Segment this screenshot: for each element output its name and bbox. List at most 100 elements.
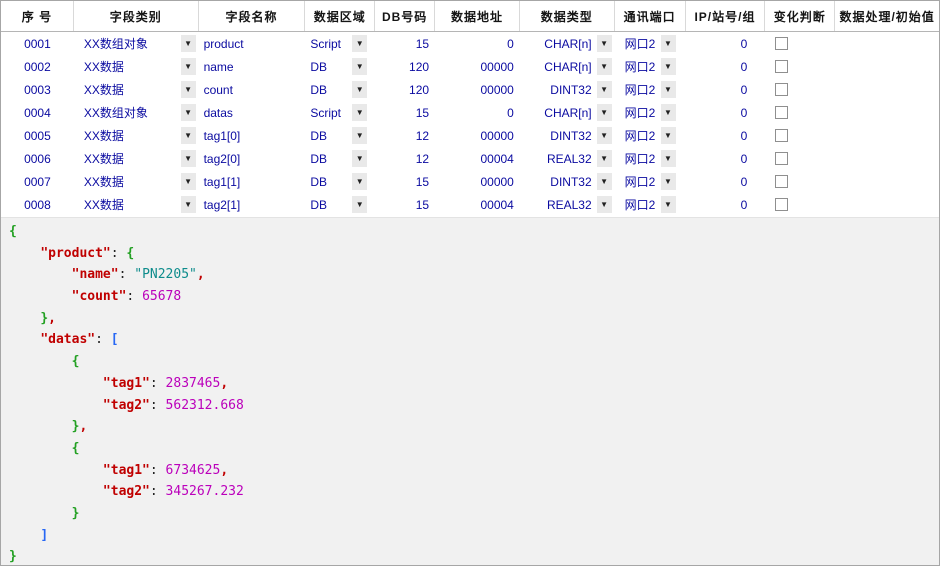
comm-port-dropdown[interactable]: ▼ bbox=[661, 104, 676, 121]
cell-data-type[interactable]: REAL32▼ bbox=[520, 147, 615, 170]
cell-ip-station-group[interactable]: 0 bbox=[686, 101, 766, 124]
category-dropdown[interactable]: ▼ bbox=[181, 173, 196, 190]
cell-db-number[interactable]: 120 bbox=[375, 55, 435, 78]
cell-db-number[interactable]: 15 bbox=[375, 170, 435, 193]
data-type-dropdown[interactable]: ▼ bbox=[597, 81, 612, 98]
cell-category[interactable]: XX数组对象▼ bbox=[74, 32, 199, 55]
change-detect-checkbox[interactable] bbox=[775, 152, 788, 165]
cell-data-process-initial[interactable] bbox=[835, 147, 939, 170]
comm-port-dropdown[interactable]: ▼ bbox=[661, 196, 676, 213]
cell-data-area[interactable]: DB▼ bbox=[305, 124, 375, 147]
change-detect-checkbox[interactable] bbox=[775, 175, 788, 188]
cell-data-process-initial[interactable] bbox=[835, 193, 939, 216]
cell-data-type[interactable]: DINT32▼ bbox=[520, 78, 615, 101]
cell-data-type[interactable]: DINT32▼ bbox=[520, 124, 615, 147]
cell-data-address[interactable]: 00000 bbox=[435, 124, 520, 147]
cell-data-type[interactable]: CHAR[n]▼ bbox=[520, 101, 615, 124]
cell-field-name[interactable]: datas bbox=[199, 101, 306, 124]
cell-ip-station-group[interactable]: 0 bbox=[686, 170, 766, 193]
cell-comm-port[interactable]: 网口2▼ bbox=[615, 78, 686, 101]
cell-category[interactable]: XX数据▼ bbox=[74, 78, 199, 101]
cell-comm-port[interactable]: 网口2▼ bbox=[615, 55, 686, 78]
cell-data-address[interactable]: 00000 bbox=[435, 78, 520, 101]
cell-category[interactable]: XX数据▼ bbox=[74, 193, 199, 216]
cell-data-area[interactable]: DB▼ bbox=[305, 78, 375, 101]
cell-comm-port[interactable]: 网口2▼ bbox=[615, 170, 686, 193]
data-area-dropdown[interactable]: ▼ bbox=[352, 81, 367, 98]
cell-comm-port[interactable]: 网口2▼ bbox=[615, 124, 686, 147]
cell-comm-port[interactable]: 网口2▼ bbox=[615, 147, 686, 170]
data-area-dropdown[interactable]: ▼ bbox=[352, 196, 367, 213]
data-area-dropdown[interactable]: ▼ bbox=[352, 104, 367, 121]
cell-data-address[interactable]: 00000 bbox=[435, 170, 520, 193]
comm-port-dropdown[interactable]: ▼ bbox=[661, 127, 676, 144]
cell-data-area[interactable]: Script▼ bbox=[305, 32, 375, 55]
category-dropdown[interactable]: ▼ bbox=[181, 127, 196, 144]
cell-data-type[interactable]: DINT32▼ bbox=[520, 170, 615, 193]
data-area-dropdown[interactable]: ▼ bbox=[352, 173, 367, 190]
cell-data-type[interactable]: REAL32▼ bbox=[520, 193, 615, 216]
cell-db-number[interactable]: 15 bbox=[375, 193, 435, 216]
cell-category[interactable]: XX数据▼ bbox=[74, 147, 199, 170]
cell-category[interactable]: XX数组对象▼ bbox=[74, 101, 199, 124]
cell-field-name[interactable]: tag2[1] bbox=[199, 193, 306, 216]
data-area-dropdown[interactable]: ▼ bbox=[352, 150, 367, 167]
cell-ip-station-group[interactable]: 0 bbox=[686, 193, 766, 216]
cell-data-process-initial[interactable] bbox=[835, 101, 939, 124]
cell-data-process-initial[interactable] bbox=[835, 124, 939, 147]
change-detect-checkbox[interactable] bbox=[775, 83, 788, 96]
cell-ip-station-group[interactable]: 0 bbox=[686, 55, 766, 78]
cell-data-type[interactable]: CHAR[n]▼ bbox=[520, 55, 615, 78]
cell-data-area[interactable]: DB▼ bbox=[305, 193, 375, 216]
category-dropdown[interactable]: ▼ bbox=[181, 150, 196, 167]
cell-data-process-initial[interactable] bbox=[835, 170, 939, 193]
cell-comm-port[interactable]: 网口2▼ bbox=[615, 32, 686, 55]
data-type-dropdown[interactable]: ▼ bbox=[597, 196, 612, 213]
cell-category[interactable]: XX数据▼ bbox=[74, 124, 199, 147]
cell-db-number[interactable]: 120 bbox=[375, 78, 435, 101]
change-detect-checkbox[interactable] bbox=[775, 37, 788, 50]
cell-field-name[interactable]: tag1[0] bbox=[199, 124, 306, 147]
data-type-dropdown[interactable]: ▼ bbox=[597, 127, 612, 144]
cell-data-address[interactable]: 0 bbox=[435, 101, 520, 124]
change-detect-checkbox[interactable] bbox=[775, 106, 788, 119]
cell-ip-station-group[interactable]: 0 bbox=[686, 124, 766, 147]
cell-data-process-initial[interactable] bbox=[835, 55, 939, 78]
cell-category[interactable]: XX数据▼ bbox=[74, 170, 199, 193]
cell-field-name[interactable]: tag1[1] bbox=[199, 170, 306, 193]
comm-port-dropdown[interactable]: ▼ bbox=[661, 150, 676, 167]
change-detect-checkbox[interactable] bbox=[775, 60, 788, 73]
cell-db-number[interactable]: 15 bbox=[375, 32, 435, 55]
cell-field-name[interactable]: product bbox=[199, 32, 306, 55]
data-area-dropdown[interactable]: ▼ bbox=[352, 127, 367, 144]
data-type-dropdown[interactable]: ▼ bbox=[597, 150, 612, 167]
data-type-dropdown[interactable]: ▼ bbox=[597, 173, 612, 190]
comm-port-dropdown[interactable]: ▼ bbox=[661, 173, 676, 190]
data-type-dropdown[interactable]: ▼ bbox=[597, 58, 612, 75]
cell-data-process-initial[interactable] bbox=[835, 78, 939, 101]
cell-data-address[interactable]: 0 bbox=[435, 32, 520, 55]
cell-data-area[interactable]: Script▼ bbox=[305, 101, 375, 124]
cell-ip-station-group[interactable]: 0 bbox=[686, 32, 766, 55]
cell-data-area[interactable]: DB▼ bbox=[305, 170, 375, 193]
cell-db-number[interactable]: 12 bbox=[375, 124, 435, 147]
cell-data-address[interactable]: 00004 bbox=[435, 193, 520, 216]
category-dropdown[interactable]: ▼ bbox=[181, 104, 196, 121]
data-area-dropdown[interactable]: ▼ bbox=[352, 35, 367, 52]
cell-ip-station-group[interactable]: 0 bbox=[686, 78, 766, 101]
cell-data-type[interactable]: CHAR[n]▼ bbox=[520, 32, 615, 55]
comm-port-dropdown[interactable]: ▼ bbox=[661, 81, 676, 98]
cell-comm-port[interactable]: 网口2▼ bbox=[615, 101, 686, 124]
cell-db-number[interactable]: 12 bbox=[375, 147, 435, 170]
cell-data-area[interactable]: DB▼ bbox=[305, 55, 375, 78]
data-area-dropdown[interactable]: ▼ bbox=[352, 58, 367, 75]
data-type-dropdown[interactable]: ▼ bbox=[597, 35, 612, 52]
category-dropdown[interactable]: ▼ bbox=[181, 81, 196, 98]
data-type-dropdown[interactable]: ▼ bbox=[597, 104, 612, 121]
cell-ip-station-group[interactable]: 0 bbox=[686, 147, 766, 170]
cell-data-process-initial[interactable] bbox=[835, 32, 939, 55]
category-dropdown[interactable]: ▼ bbox=[181, 58, 196, 75]
comm-port-dropdown[interactable]: ▼ bbox=[661, 35, 676, 52]
category-dropdown[interactable]: ▼ bbox=[181, 196, 196, 213]
cell-comm-port[interactable]: 网口2▼ bbox=[615, 193, 686, 216]
